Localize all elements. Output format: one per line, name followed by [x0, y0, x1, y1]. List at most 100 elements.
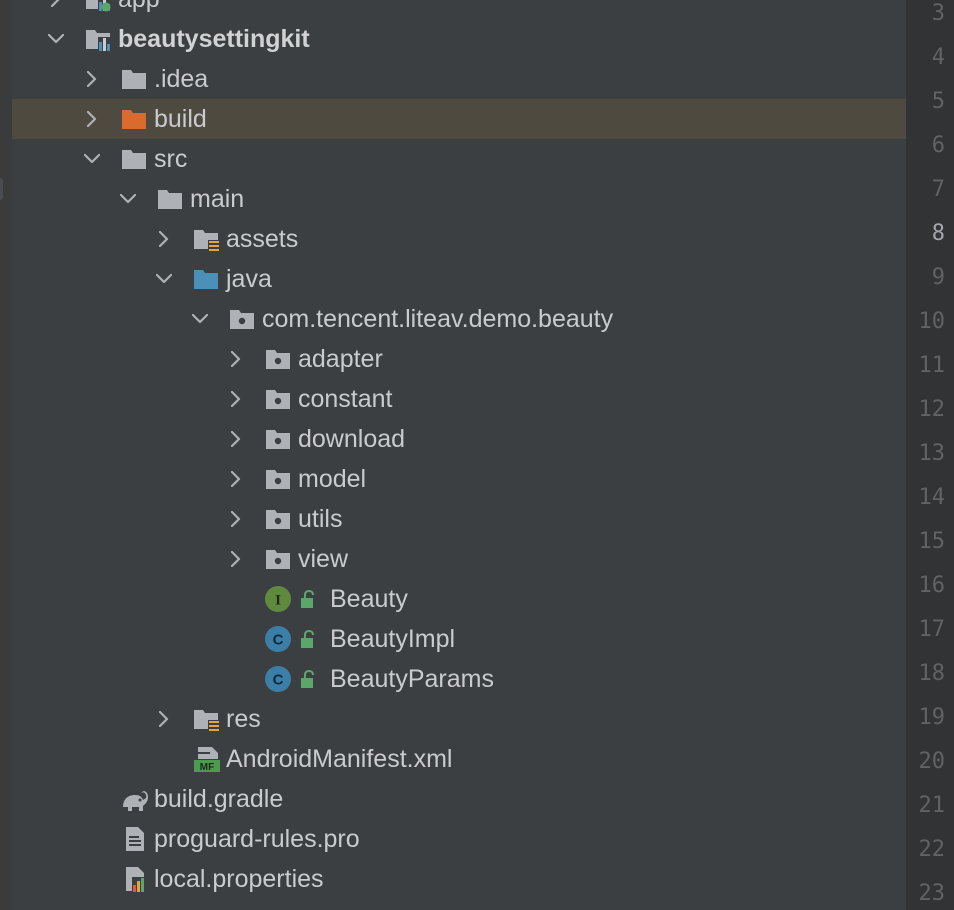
tree-node-main[interactable]: main [12, 179, 906, 219]
package-icon [264, 465, 292, 493]
module-folder-icon [84, 0, 112, 13]
chevron-right-icon[interactable] [48, 0, 64, 7]
chevron-right-icon[interactable] [84, 71, 100, 87]
tree-node-label: src [154, 145, 188, 173]
tree-node-label: build.gradle [154, 785, 284, 813]
line-number: 21 [918, 793, 946, 818]
class-icon: C [264, 625, 292, 653]
tree-node-model[interactable]: model [12, 459, 906, 499]
tree-node-label: BeautyParams [330, 665, 494, 693]
tree-node-java[interactable]: java [12, 259, 906, 299]
package-icon [264, 345, 292, 373]
line-number: 22 [918, 837, 946, 862]
tree-node-build[interactable]: build [12, 99, 906, 139]
tree-node-app[interactable]: app [12, 0, 906, 19]
chevron-right-icon[interactable] [228, 391, 244, 407]
tree-node-label: proguard-rules.pro [154, 825, 360, 853]
folder-icon [120, 145, 148, 173]
line-number: 16 [918, 573, 946, 598]
chevron-right-icon[interactable] [228, 431, 244, 447]
tree-node-beautyparams[interactable]: C BeautyParams [12, 659, 906, 699]
chevron-right-icon[interactable] [228, 511, 244, 527]
tree-node-label: adapter [298, 345, 383, 373]
interface-icon: I [264, 585, 292, 613]
tree-node-src[interactable]: src [12, 139, 906, 179]
tree-node-beautysettingkit[interactable]: beautysettingkit [12, 19, 906, 59]
tree-node-view[interactable]: view [12, 539, 906, 579]
lock-icon [298, 669, 318, 689]
tree-node-label: main [190, 185, 245, 213]
chevron-down-icon[interactable] [156, 271, 172, 287]
package-icon [264, 425, 292, 453]
chevron-down-icon[interactable] [120, 191, 136, 207]
chevron-down-icon[interactable] [48, 31, 64, 47]
tree-node-label: BeautyImpl [330, 625, 456, 653]
line-number: 23 [918, 881, 946, 906]
tree-node-androidmanifest-xml[interactable]: MF AndroidManifest.xml [12, 739, 906, 779]
lock-icon [298, 629, 318, 649]
tree-node-label: beautysettingkit [118, 25, 310, 53]
tree-node-label: Beauty [330, 585, 408, 613]
tree-node-com-tencent-liteav-demo-beauty[interactable]: com.tencent.liteav.demo.beauty [12, 299, 906, 339]
package-icon [264, 505, 292, 533]
chevron-right-icon[interactable] [228, 351, 244, 367]
tree-node-label: res [226, 705, 261, 733]
tree-node-constant[interactable]: constant [12, 379, 906, 419]
line-number: 13 [918, 441, 946, 466]
tree-node-utils[interactable]: utils [12, 499, 906, 539]
lock-icon [298, 589, 318, 609]
line-number: 11 [918, 353, 946, 378]
properties-file-icon [120, 865, 148, 893]
line-number: 5 [931, 89, 945, 114]
chevron-right-icon[interactable] [84, 111, 100, 127]
gradle-icon [120, 785, 148, 813]
chevron-right-icon[interactable] [156, 231, 172, 247]
resource-folder-icon [192, 225, 220, 253]
package-icon [264, 385, 292, 413]
line-number: 19 [918, 705, 946, 730]
tree-node-build-gradle[interactable]: build.gradle [12, 779, 906, 819]
line-number: 9 [931, 265, 945, 290]
line-number: 4 [931, 45, 945, 70]
tree-node-idea[interactable]: .idea [12, 59, 906, 99]
tree-node-label: build [154, 105, 207, 133]
svg-text:C: C [273, 672, 284, 689]
tree-node-label: app [118, 0, 160, 19]
chevron-right-icon[interactable] [228, 551, 244, 567]
svg-text:I: I [275, 593, 281, 609]
line-number: 8 [931, 221, 945, 246]
line-number: 20 [918, 749, 946, 774]
svg-text:MF: MF [200, 762, 214, 773]
line-number-gutter: 3 4 5 6 7 8 9 10 11 12 13 14 15 16 17 18 19 20 21 22 23 [906, 0, 954, 910]
tree-node-adapter[interactable]: adapter [12, 339, 906, 379]
tree-node-download[interactable]: download [12, 419, 906, 459]
svg-text:C: C [273, 632, 284, 649]
line-number: 6 [931, 133, 945, 158]
chevron-right-icon[interactable] [156, 711, 172, 727]
chevron-right-icon[interactable] [228, 471, 244, 487]
tree-node-label: AndroidManifest.xml [226, 745, 453, 773]
tree-node-assets[interactable]: assets [12, 219, 906, 259]
folder-icon [84, 905, 112, 910]
tree-node-proguard-rules-pro[interactable]: proguard-rules.pro [12, 819, 906, 859]
project-tree: app beautysettingkit .idea build srcmain asse… [0, 0, 906, 910]
tree-node-local-properties[interactable]: local.properties [12, 859, 906, 899]
tree-node-label: utils [298, 505, 343, 533]
line-number: 12 [918, 397, 946, 422]
tree-node-res[interactable]: res [12, 699, 906, 739]
tree-node-label: model [298, 465, 367, 493]
line-number: 14 [918, 485, 946, 510]
tree-node-beauty[interactable]: I Beauty [12, 579, 906, 619]
tree-node-label: .idea [154, 65, 209, 93]
tree-node-label: constant [298, 385, 393, 413]
class-icon: C [264, 665, 292, 693]
tree-node-folder[interactable] [12, 899, 906, 910]
chevron-down-icon[interactable] [192, 311, 208, 327]
chevron-down-icon[interactable] [84, 151, 100, 167]
package-icon [264, 545, 292, 573]
tree-node-beautyimpl[interactable]: C BeautyImpl [12, 619, 906, 659]
folder-icon [156, 185, 184, 213]
manifest-icon: MF [192, 745, 220, 773]
folder-icon [120, 65, 148, 93]
package-icon [228, 305, 256, 333]
